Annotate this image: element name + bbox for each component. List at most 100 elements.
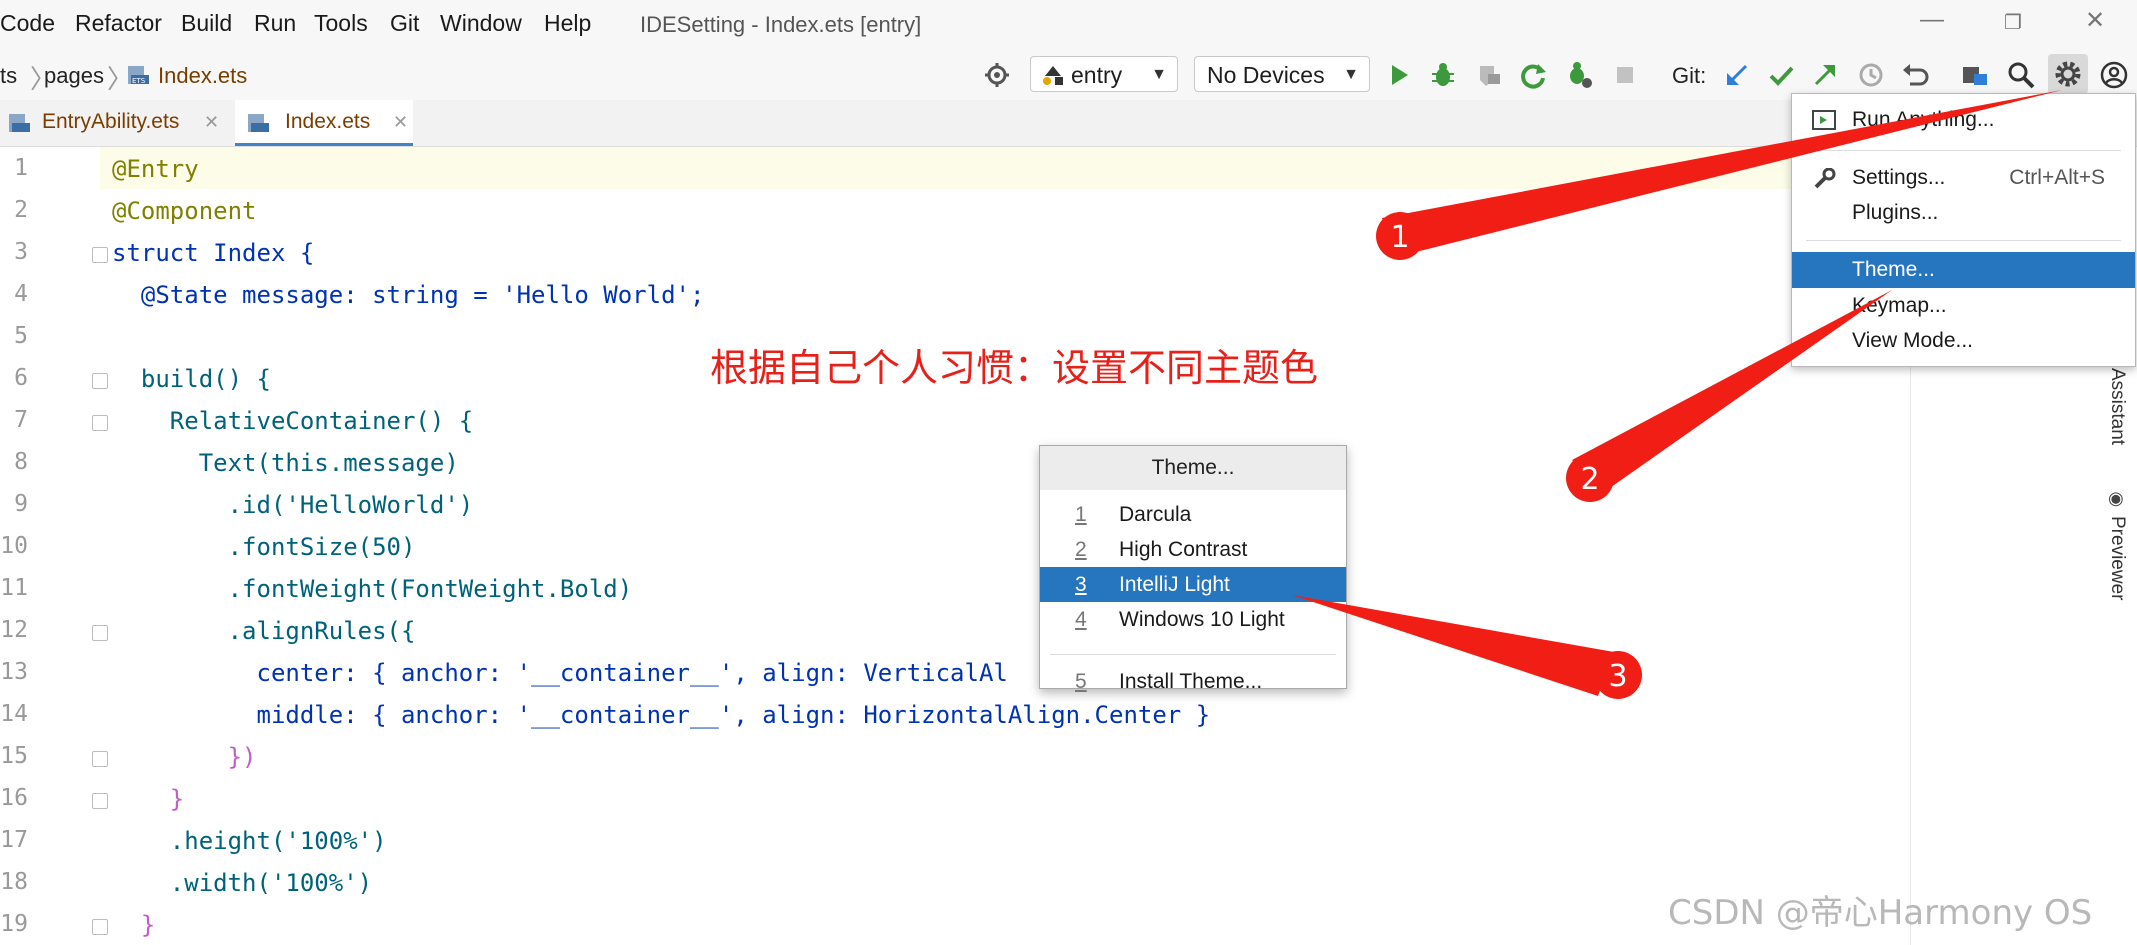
- tab-index[interactable]: Index.ets ✕: [235, 100, 413, 146]
- code-editor[interactable]: 1 2 3 4 5 6 7 8 9 10 11 12 13 14 15 16 1…: [0, 147, 1910, 945]
- code-line: build() {: [112, 365, 271, 393]
- menu-refactor[interactable]: Refactor: [75, 10, 162, 37]
- theme-option-number: 5: [1075, 670, 1087, 693]
- breadcrumb-pages[interactable]: pages: [44, 63, 104, 89]
- ets-file-icon: ETS: [128, 66, 149, 85]
- git-push-icon[interactable]: [1810, 60, 1840, 90]
- current-line-highlight: [0, 147, 1910, 189]
- theme-option-high-contrast[interactable]: 2 High Contrast: [1040, 532, 1346, 567]
- git-label: Git:: [1672, 63, 1707, 88]
- theme-option-intellij-light[interactable]: 3 IntelliJ Light: [1040, 567, 1346, 602]
- history-icon[interactable]: [1856, 60, 1886, 90]
- line-number: 19: [0, 911, 28, 937]
- code-line: @Entry: [112, 155, 199, 183]
- restore-button[interactable]: ❐: [1993, 10, 2033, 35]
- theme-option-number: 3: [1075, 573, 1087, 596]
- rerun-icon[interactable]: [1518, 60, 1548, 90]
- profile-icon[interactable]: [1564, 60, 1594, 90]
- menu-separator: [1050, 654, 1336, 655]
- attach-icon[interactable]: [1474, 60, 1504, 90]
- code-line: }: [112, 785, 185, 813]
- project-structure-icon[interactable]: [1960, 60, 1990, 90]
- close-tab-icon[interactable]: ✕: [204, 100, 219, 144]
- theme-option-label: High Contrast: [1119, 538, 1248, 561]
- search-icon[interactable]: [2006, 60, 2036, 90]
- fold-marker[interactable]: [92, 415, 108, 431]
- fold-marker[interactable]: [92, 247, 108, 263]
- minimize-button[interactable]: —: [1912, 6, 1952, 34]
- line-number: 13: [0, 659, 28, 685]
- fold-marker[interactable]: [92, 919, 108, 935]
- menu-item-keymap[interactable]: Keymap...: [1792, 288, 2135, 324]
- menu-run[interactable]: Run: [254, 10, 296, 37]
- debug-icon[interactable]: [1428, 60, 1458, 90]
- theme-option-label: IntelliJ Light: [1119, 573, 1230, 596]
- assistant-tab[interactable]: Assistant: [2106, 368, 2128, 445]
- theme-option-label: Windows 10 Light: [1119, 608, 1285, 631]
- line-number: 11: [0, 575, 28, 601]
- menu-item-shortcut: Ctrl+Alt+S: [2009, 166, 2105, 189]
- theme-option-windows-10-light[interactable]: 4 Windows 10 Light: [1040, 602, 1346, 637]
- fold-marker[interactable]: [92, 373, 108, 389]
- ets-file-icon: [9, 114, 30, 132]
- menu-item-settings[interactable]: Settings... Ctrl+Alt+S: [1792, 160, 2135, 196]
- watermark: CSDN @帝心Harmony OS: [1668, 893, 2093, 933]
- menu-item-view-mode[interactable]: View Mode...: [1792, 323, 2135, 359]
- git-commit-icon[interactable]: [1766, 60, 1796, 90]
- menu-build[interactable]: Build: [181, 10, 232, 37]
- line-number: 12: [0, 617, 28, 643]
- module-icon: [1043, 66, 1063, 85]
- module-select[interactable]: entry ▼: [1030, 56, 1178, 92]
- menu-window[interactable]: Window: [440, 10, 522, 37]
- line-number: 9: [14, 491, 28, 517]
- device-select[interactable]: No Devices ▼: [1194, 56, 1370, 92]
- code-line: .id('HelloWorld'): [112, 491, 474, 519]
- line-number-gutter: 1 2 3 4 5 6 7 8 9 10 11 12 13 14 15 16 1…: [0, 147, 108, 945]
- menu-separator: [1806, 150, 2121, 151]
- theme-option-install[interactable]: 5 Install Theme...: [1040, 664, 1346, 699]
- previewer-tab[interactable]: Previewer: [2106, 516, 2128, 600]
- rollback-icon[interactable]: [1900, 60, 1930, 90]
- close-button[interactable]: ✕: [2075, 6, 2115, 35]
- breadcrumb-index-file[interactable]: Index.ets: [158, 63, 247, 89]
- code-line: Text(this.message): [112, 449, 459, 477]
- menu-help[interactable]: Help: [544, 10, 591, 37]
- line-number: 7: [14, 407, 28, 433]
- fold-marker[interactable]: [92, 751, 108, 767]
- fold-marker[interactable]: [92, 625, 108, 641]
- window-title: IDESetting - Index.ets [entry]: [640, 12, 922, 37]
- chevron-down-icon: ▼: [1343, 66, 1359, 83]
- code-line: .fontWeight(FontWeight.Bold): [112, 575, 633, 603]
- menu-item-label: View Mode...: [1852, 329, 1974, 352]
- code-line: RelativeContainer() {: [112, 407, 474, 435]
- line-number: 16: [0, 785, 28, 811]
- line-number: 2: [14, 197, 28, 223]
- theme-option-darcula[interactable]: 1 Darcula: [1040, 497, 1346, 532]
- menu-tools[interactable]: Tools: [314, 10, 368, 37]
- eye-icon: ◉: [2108, 488, 2124, 508]
- menu-item-theme[interactable]: Theme...: [1792, 252, 2135, 288]
- menu-git[interactable]: Git: [390, 10, 419, 37]
- close-tab-icon[interactable]: ✕: [393, 100, 408, 144]
- account-icon[interactable]: [2099, 60, 2129, 90]
- menu-code[interactable]: Code: [0, 10, 55, 37]
- stop-icon[interactable]: [1610, 60, 1640, 90]
- menu-item-plugins[interactable]: Plugins...: [1792, 195, 2135, 231]
- tab-label: EntryAbility.ets: [42, 110, 180, 133]
- settings-button[interactable]: [2048, 54, 2088, 94]
- menu-item-label: Plugins...: [1852, 201, 1939, 224]
- git-update-icon[interactable]: [1722, 60, 1752, 90]
- line-number: 15: [0, 743, 28, 769]
- menu-item-run-anything[interactable]: Run Anything...: [1792, 102, 2135, 138]
- menu-item-label: Settings...: [1852, 166, 1946, 189]
- code-line: .fontSize(50): [112, 533, 416, 561]
- run-icon[interactable]: [1384, 60, 1414, 90]
- theme-option-number: 4: [1075, 608, 1087, 631]
- theme-option-number: 2: [1075, 538, 1087, 561]
- target-icon[interactable]: [982, 60, 1012, 90]
- right-tool-strip: Assistant ◉ Previewer: [2100, 350, 2137, 945]
- fold-marker[interactable]: [92, 793, 108, 809]
- breadcrumb-ts[interactable]: ts: [0, 63, 17, 89]
- tab-entryability[interactable]: EntryAbility.ets ✕: [0, 100, 232, 146]
- code-line: .alignRules({: [112, 617, 416, 645]
